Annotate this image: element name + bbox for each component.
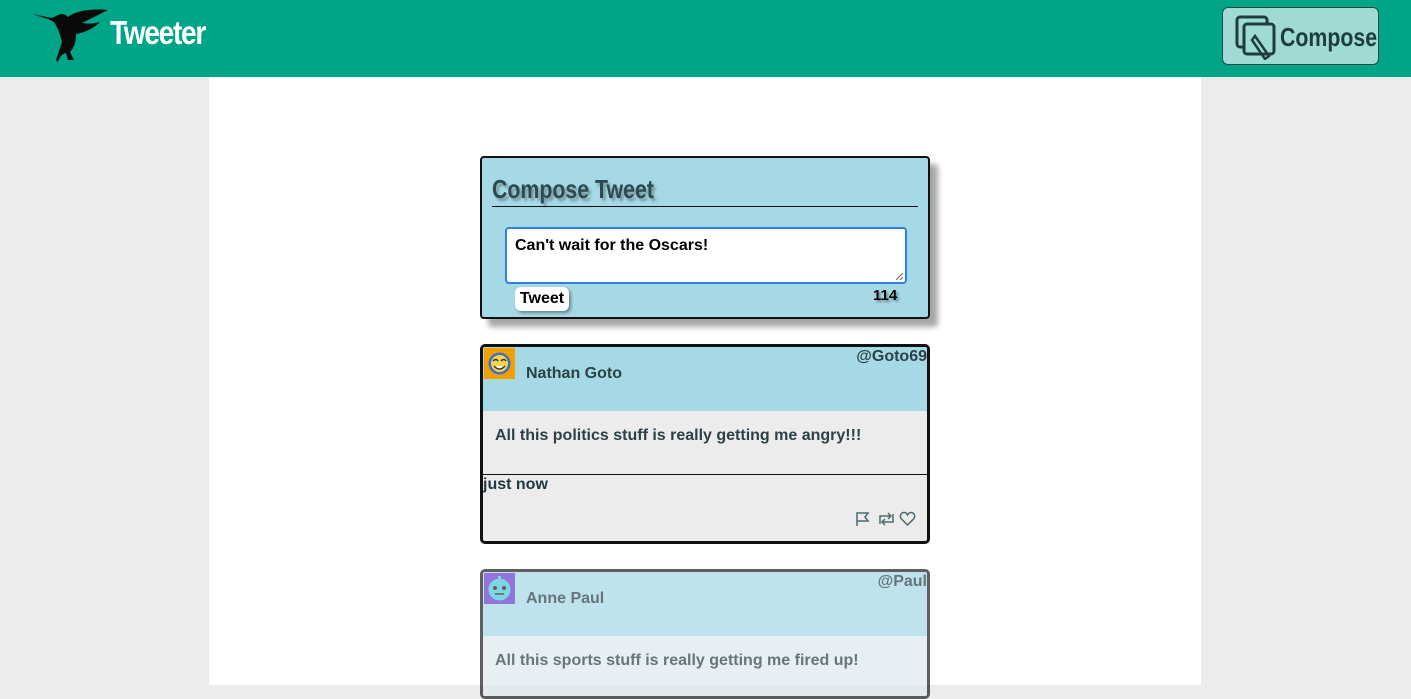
tweet-text: All this politics stuff is really gettin…	[495, 427, 862, 444]
tweet-card: Anne Paul @Paul All this sports stuff is…	[480, 569, 930, 699]
tweet-text: All this sports stuff is really getting …	[495, 652, 859, 669]
flag-icon[interactable]	[855, 511, 872, 527]
tweet-timestamp: just now	[483, 476, 548, 493]
compose-tweet-panel: Compose Tweet Can't wait for the Oscars!…	[480, 156, 930, 319]
retweet-icon[interactable]	[877, 511, 894, 527]
tweet-author-handle: @Goto69	[856, 348, 927, 365]
compose-divider	[492, 206, 918, 207]
tweet-header: Nathan Goto @Goto69	[483, 347, 927, 412]
compose-nav-button[interactable]: Compose	[1222, 7, 1379, 65]
tweet-author-name: Nathan Goto	[526, 365, 622, 382]
tweet-card: Nathan Goto @Goto69 All this politics st…	[480, 344, 930, 544]
heart-icon[interactable]	[899, 511, 916, 527]
tweet-textarea[interactable]: Can't wait for the Oscars!	[505, 227, 907, 284]
compose-button-label: Compose	[1280, 22, 1378, 52]
tweet-author-name: Anne Paul	[526, 590, 605, 607]
avatar-emoji-icon	[484, 348, 515, 379]
avatar-robot-icon	[484, 573, 515, 604]
main-content: Compose Tweet Can't wait for the Oscars!…	[209, 77, 1201, 699]
tweet-submit-button[interactable]: Tweet	[515, 287, 569, 311]
compose-icon	[1235, 15, 1276, 60]
brand-title[interactable]: Tweeter	[110, 14, 206, 52]
character-counter: 114	[873, 287, 898, 304]
tweet-body: All this sports stuff is really getting …	[483, 636, 927, 696]
top-nav-bar: Tweeter Compose	[0, 0, 1411, 77]
tweet-actions	[855, 511, 916, 527]
tweet-header: Anne Paul @Paul	[483, 572, 927, 637]
tweet-body: All this politics stuff is really gettin…	[483, 411, 927, 475]
compose-title: Compose Tweet	[492, 174, 654, 204]
tweet-author-handle: @Paul	[877, 573, 927, 590]
hummingbird-icon	[32, 9, 108, 63]
resize-grip-icon[interactable]	[895, 272, 904, 281]
